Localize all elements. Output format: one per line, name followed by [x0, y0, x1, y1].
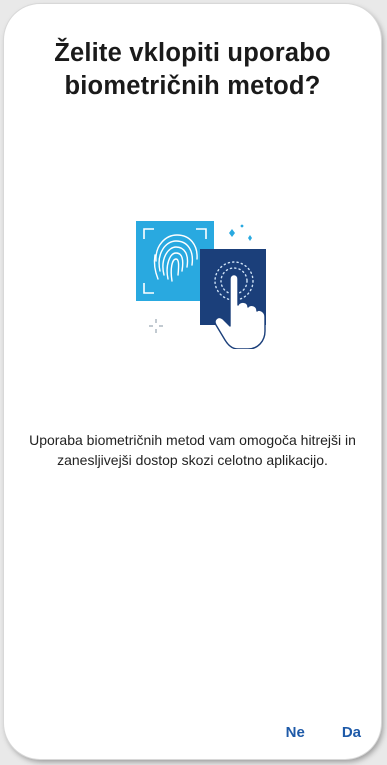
dialog-actions: Ne Da: [286, 724, 361, 741]
dialog-description: Uporaba biometričnih metod vam omogoča h…: [29, 432, 356, 468]
no-button[interactable]: Ne: [286, 724, 305, 741]
dialog-title: Želite vklopiti uporabo biometričnih met…: [4, 37, 381, 103]
yes-button[interactable]: Da: [342, 724, 361, 741]
dialog-screen: Želite vklopiti uporabo biometričnih met…: [4, 4, 381, 759]
title-line-2: biometričnih metod?: [64, 72, 321, 100]
title-line-1: Želite vklopiti uporabo: [54, 39, 331, 67]
fingerprint-tap-icon: [136, 221, 266, 349]
